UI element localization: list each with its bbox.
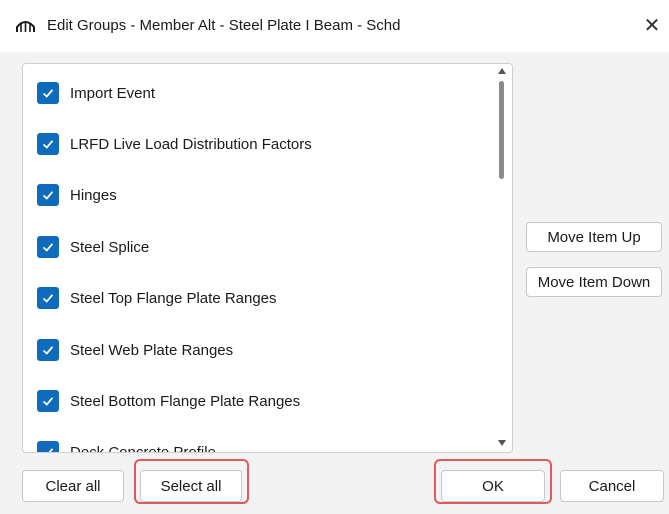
checkbox-checked-icon[interactable]	[37, 82, 59, 104]
scroll-down-arrow-icon[interactable]	[498, 440, 506, 446]
checkbox-checked-icon[interactable]	[37, 441, 59, 452]
list-item-label: Steel Splice	[70, 238, 150, 256]
list-item-label: Import Event	[70, 84, 156, 102]
bridge-app-icon	[16, 21, 35, 32]
list-item[interactable]: Steel Splice	[37, 234, 149, 260]
title-bar: Edit Groups - Member Alt - Steel Plate I…	[0, 0, 669, 52]
list-item-label: Steel Bottom Flange Plate Ranges	[70, 392, 301, 410]
scroll-up-arrow-icon[interactable]	[498, 68, 506, 74]
list-item[interactable]: Deck Concrete Profile	[37, 439, 216, 453]
list-item[interactable]: Steel Bottom Flange Plate Ranges	[37, 388, 300, 414]
checkbox-checked-icon[interactable]	[37, 287, 59, 309]
list-item-label: Deck Concrete Profile	[70, 443, 216, 453]
window-title: Edit Groups - Member Alt - Steel Plate I…	[47, 17, 401, 34]
edit-groups-dialog: Edit Groups - Member Alt - Steel Plate I…	[0, 0, 669, 514]
scrollbar-thumb[interactable]	[499, 81, 504, 179]
move-item-up-button[interactable]: Move Item Up	[526, 222, 662, 252]
vertical-scrollbar[interactable]	[496, 66, 508, 450]
list-item[interactable]: Steel Top Flange Plate Ranges	[37, 285, 277, 311]
list-item[interactable]: Steel Web Plate Ranges	[37, 337, 233, 363]
checkbox-checked-icon[interactable]	[37, 339, 59, 361]
list-item-label: Hinges	[70, 186, 117, 204]
list-item-label: Steel Web Plate Ranges	[70, 341, 234, 359]
list-item[interactable]: LRFD Live Load Distribution Factors	[37, 131, 312, 157]
checkbox-checked-icon[interactable]	[37, 184, 59, 206]
select-all-highlight	[134, 459, 249, 504]
ok-highlight	[434, 459, 552, 504]
groups-list[interactable]: Import Event LRFD Live Load Distribution…	[22, 63, 513, 453]
checkbox-checked-icon[interactable]	[37, 390, 59, 412]
list-item-label: LRFD Live Load Distribution Factors	[70, 135, 312, 153]
checkbox-checked-icon[interactable]	[37, 133, 59, 155]
list-item[interactable]: Import Event	[37, 80, 155, 106]
move-item-down-button[interactable]: Move Item Down	[526, 267, 662, 297]
clear-all-button[interactable]: Clear all	[22, 470, 124, 502]
close-icon: ✕	[643, 14, 661, 37]
checkbox-checked-icon[interactable]	[37, 236, 59, 258]
list-item-label: Steel Top Flange Plate Ranges	[70, 289, 277, 307]
close-button[interactable]: ✕	[636, 8, 668, 42]
cancel-button[interactable]: Cancel	[560, 470, 664, 502]
list-item[interactable]: Hinges	[37, 182, 117, 208]
